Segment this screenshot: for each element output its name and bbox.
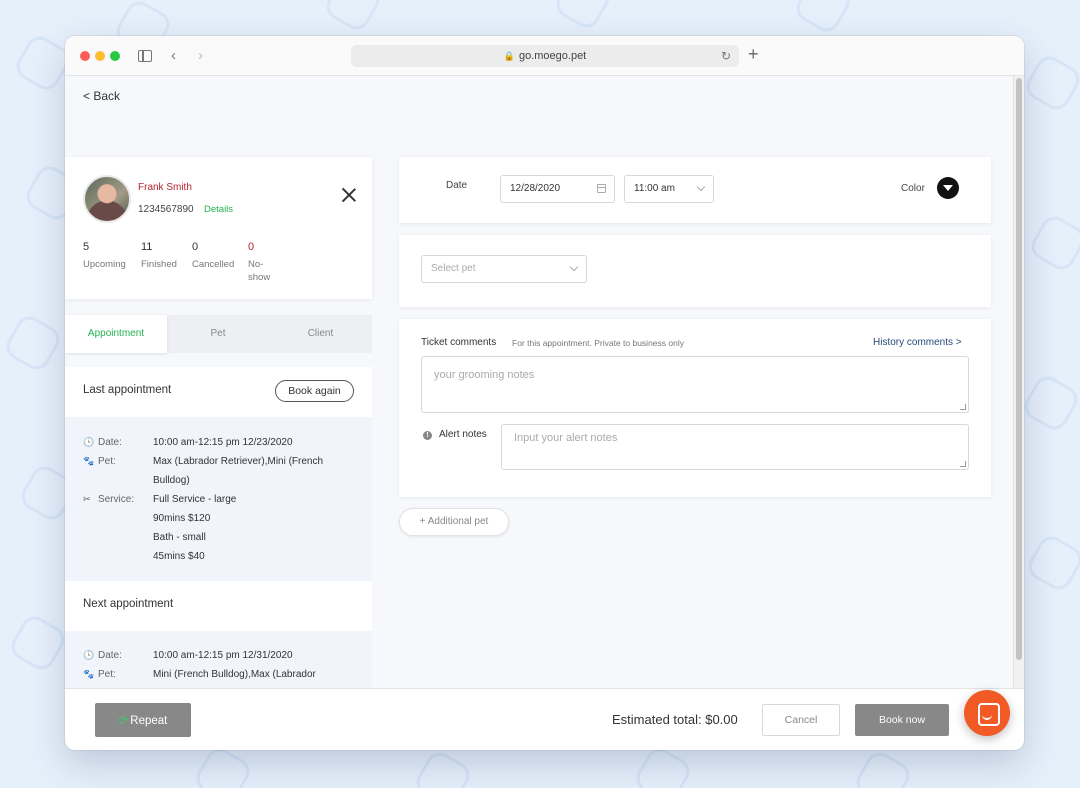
last-appointment-header: Last appointment Book again — [65, 367, 372, 417]
service-line: Bath - small — [153, 532, 206, 543]
service-line: 90mins $120 — [153, 513, 211, 524]
client-avatar — [83, 175, 131, 223]
info-icon: ! — [423, 431, 432, 440]
chevron-down-icon — [569, 262, 579, 272]
client-name[interactable]: Frank Smith — [138, 182, 192, 193]
repeat-icon: ⟳ — [118, 715, 129, 727]
select-pet-dropdown[interactable]: Select pet — [421, 255, 587, 283]
last-appointment-details: 🕓 Date: 10:00 am-12:15 pm 12/23/2020 🐾 P… — [65, 417, 372, 582]
forward-arrow-icon[interactable]: › — [198, 46, 203, 66]
page-content: < Back Frank Smith 1234567890 Details 5 … — [65, 76, 1013, 691]
client-details-link[interactable]: Details — [204, 204, 233, 215]
browser-window: ‹ › 🔒 go.moego.pet ↻ + < Back Frank Smith… — [65, 36, 1024, 750]
address-bar[interactable]: 🔒 go.moego.pet ↻ — [351, 45, 739, 67]
footer-bar: ⟳ Repeat Estimated total: $0.00 Cancel Bo… — [65, 688, 1024, 750]
next-appointment-title: Next appointment — [83, 598, 174, 610]
service-icon: ✂ — [83, 494, 91, 504]
scrollbar-thumb[interactable] — [1016, 78, 1022, 660]
estimated-total: Estimated total: $0.00 — [612, 712, 738, 727]
url-text: go.moego.pet — [518, 50, 587, 62]
calendar-icon — [597, 184, 606, 193]
history-comments-link[interactable]: History comments > — [873, 337, 962, 348]
close-icon[interactable] — [342, 188, 356, 202]
chat-support-icon[interactable] — [964, 690, 1010, 736]
resize-handle[interactable] — [960, 461, 966, 467]
back-link[interactable]: < Back — [83, 89, 120, 103]
stat-finished: 11 Finished — [141, 241, 177, 270]
sidebar-toggle-icon[interactable] — [138, 50, 152, 62]
client-card: Frank Smith 1234567890 Details 5 Upcomin… — [65, 157, 372, 299]
last-appointment-date-row: 🕓 Date: 10:00 am-12:15 pm 12/23/2020 — [83, 433, 363, 452]
service-line: 45mins $40 — [153, 551, 205, 562]
tab-client[interactable]: Client — [269, 315, 372, 353]
date-input[interactable]: 12/28/2020 — [500, 175, 615, 203]
alert-notes-label: Alert notes — [439, 429, 487, 440]
browser-titlebar: ‹ › 🔒 go.moego.pet ↻ + — [65, 36, 1024, 76]
new-tab-icon[interactable]: + — [748, 44, 759, 65]
last-appointment-service-row: ✂ Service: Full Service - large 90mins $… — [83, 490, 363, 570]
additional-pet-button[interactable]: + Additional pet — [399, 508, 509, 536]
date-label: Date — [446, 180, 468, 191]
time-select[interactable]: 11:00 am — [624, 175, 714, 203]
alert-notes-input[interactable]: Input your alert notes — [501, 424, 969, 470]
ticket-comments-label: Ticket comments — [421, 337, 497, 348]
color-picker-button[interactable] — [937, 177, 959, 199]
comments-card: Ticket comments For this appointment. Pr… — [399, 319, 991, 497]
client-phone: 1234567890 — [138, 204, 194, 215]
service-line: Full Service - large — [153, 494, 237, 505]
last-appointment-title: Last appointment — [83, 384, 172, 396]
book-now-button[interactable]: Book now — [855, 704, 949, 736]
clock-icon: 🕓 — [83, 650, 95, 660]
color-label: Color — [901, 183, 925, 194]
pet-icon: 🐾 — [83, 669, 95, 679]
tab-appointment[interactable]: Appointment — [65, 315, 167, 353]
next-appointment-header: Next appointment — [65, 581, 372, 631]
grooming-notes-input[interactable]: your grooming notes — [421, 356, 969, 413]
next-appointment-date-row: 🕓 Date: 10:00 am-12:15 pm 12/31/2020 — [83, 646, 363, 665]
close-window-button[interactable] — [80, 51, 90, 61]
minimize-window-button[interactable] — [95, 51, 105, 61]
select-pet-card: Select pet — [399, 235, 991, 307]
stat-cancelled: 0 Cancelled — [192, 241, 235, 270]
date-time-card: Date 12/28/2020 11:00 am Color — [399, 157, 991, 223]
pet-icon: 🐾 — [83, 456, 95, 466]
back-arrow-icon[interactable]: ‹ — [171, 46, 176, 66]
scrollbar[interactable] — [1013, 76, 1024, 688]
reload-icon[interactable]: ↻ — [721, 45, 731, 67]
maximize-window-button[interactable] — [110, 51, 120, 61]
repeat-button[interactable]: ⟳ Repeat — [95, 703, 191, 737]
ticket-comments-subtitle: For this appointment. Private to busines… — [512, 338, 684, 348]
stat-upcoming: 5 Upcoming — [83, 241, 126, 270]
last-appointment-pet-row: 🐾 Pet: Max (Labrador Retriever),Mini (Fr… — [83, 452, 363, 490]
chevron-down-icon — [696, 182, 706, 192]
resize-handle[interactable] — [960, 404, 966, 410]
book-again-button[interactable]: Book again — [275, 380, 354, 402]
client-tabs: Appointment Pet Client — [65, 315, 372, 353]
cancel-button[interactable]: Cancel — [762, 704, 840, 736]
clock-icon: 🕓 — [83, 437, 95, 447]
stat-no-show: 0 No-show — [248, 241, 271, 283]
next-appointment-details: 🕓 Date: 10:00 am-12:15 pm 12/31/2020 🐾 P… — [65, 631, 372, 691]
tab-pet[interactable]: Pet — [167, 315, 269, 353]
lock-icon: 🔒 — [503, 51, 515, 61]
